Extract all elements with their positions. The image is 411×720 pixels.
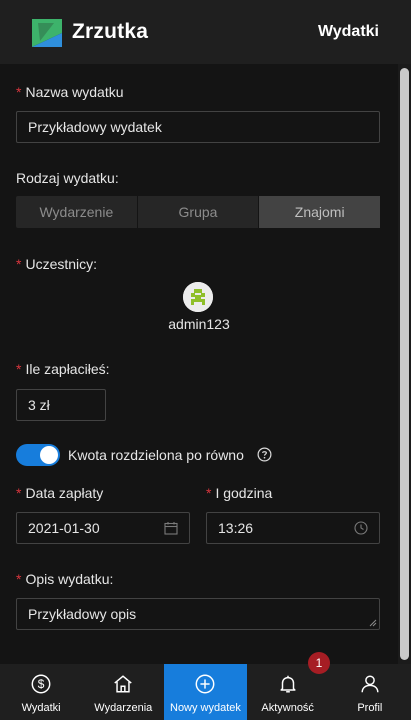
nav-label: Aktywność [261, 702, 314, 714]
zrzutka-logo-icon[interactable] [32, 19, 62, 47]
resize-handle-icon[interactable] [369, 619, 377, 627]
segment-grupa[interactable]: Grupa [138, 196, 260, 228]
home-icon [114, 675, 133, 693]
payment-time-picker[interactable]: 13:26 [206, 512, 380, 544]
required-mark: * [206, 485, 212, 501]
segment-wydarzenie[interactable]: Wydarzenie [16, 196, 138, 228]
activity-count-badge: 1 [308, 652, 330, 674]
avatar[interactable] [183, 282, 213, 312]
svg-text:$: $ [38, 677, 45, 691]
nav-label: Wydarzenia [94, 702, 153, 714]
expense-form: * Nazwa wydatku Przykładowy wydatek Rodza… [0, 64, 398, 664]
nav-item-wydarzenia[interactable]: Wydarzenia [82, 664, 164, 720]
segment-znajomi[interactable]: Znajomi [259, 196, 381, 228]
split-equally-label: Kwota rozdzielona po równo [68, 447, 244, 463]
nav-item-wydatki[interactable]: $ Wydatki [0, 664, 82, 720]
bottom-navigation: $ Wydatki Wydarzenia Nowy wydatek Aktywn… [0, 664, 411, 720]
participants-label: * Uczestnicy: [16, 256, 98, 272]
nav-item-nowy-wydatek[interactable]: Nowy wydatek [164, 664, 247, 720]
bell-icon [280, 675, 296, 693]
required-mark: * [16, 485, 22, 501]
required-mark: * [16, 571, 22, 587]
description-textarea[interactable]: Przykładowy opis [16, 598, 380, 630]
payment-date-picker[interactable]: 2021-01-30 [16, 512, 190, 544]
expense-type-segmented: Wydarzenie Grupa Znajomi [16, 196, 381, 228]
expense-name-input[interactable]: Przykładowy wydatek [16, 111, 380, 143]
clock-icon [354, 521, 368, 535]
question-circle-icon[interactable] [257, 447, 272, 462]
nav-label: Profil [357, 702, 383, 714]
nav-label: Wydatki [21, 702, 61, 714]
toggle-knob [40, 446, 58, 464]
brand-name[interactable]: Zrzutka [72, 20, 148, 44]
payment-time-label: * I godzina [206, 485, 273, 501]
expense-type-label: Rodzaj wydatku: [16, 170, 119, 186]
nav-item-profil[interactable]: Profil [329, 664, 411, 720]
nav-label: Nowy wydatek [170, 702, 241, 714]
required-mark: * [16, 361, 22, 377]
split-equally-toggle[interactable] [16, 444, 60, 466]
required-mark: * [16, 84, 22, 100]
app-header: Zrzutka Wydatki [0, 0, 411, 64]
identicon-icon [183, 282, 213, 312]
expense-name-label: * Nazwa wydatku [16, 84, 124, 100]
required-mark: * [16, 256, 22, 272]
paid-amount-label: * Ile zapłaciłeś: [16, 361, 110, 377]
plus-circle-icon [196, 674, 215, 694]
page-title: Wydatki [317, 23, 379, 40]
description-label: * Opis wydatku: [16, 571, 114, 587]
user-icon [361, 675, 379, 693]
calendar-icon [164, 522, 178, 535]
scrollbar-thumb[interactable] [400, 68, 409, 660]
dollar-circle-icon: $ [31, 674, 51, 694]
paid-amount-input[interactable]: 3 zł [16, 389, 106, 421]
participant-name: admin123 [168, 316, 230, 332]
payment-date-label: * Data zapłaty [16, 485, 104, 501]
